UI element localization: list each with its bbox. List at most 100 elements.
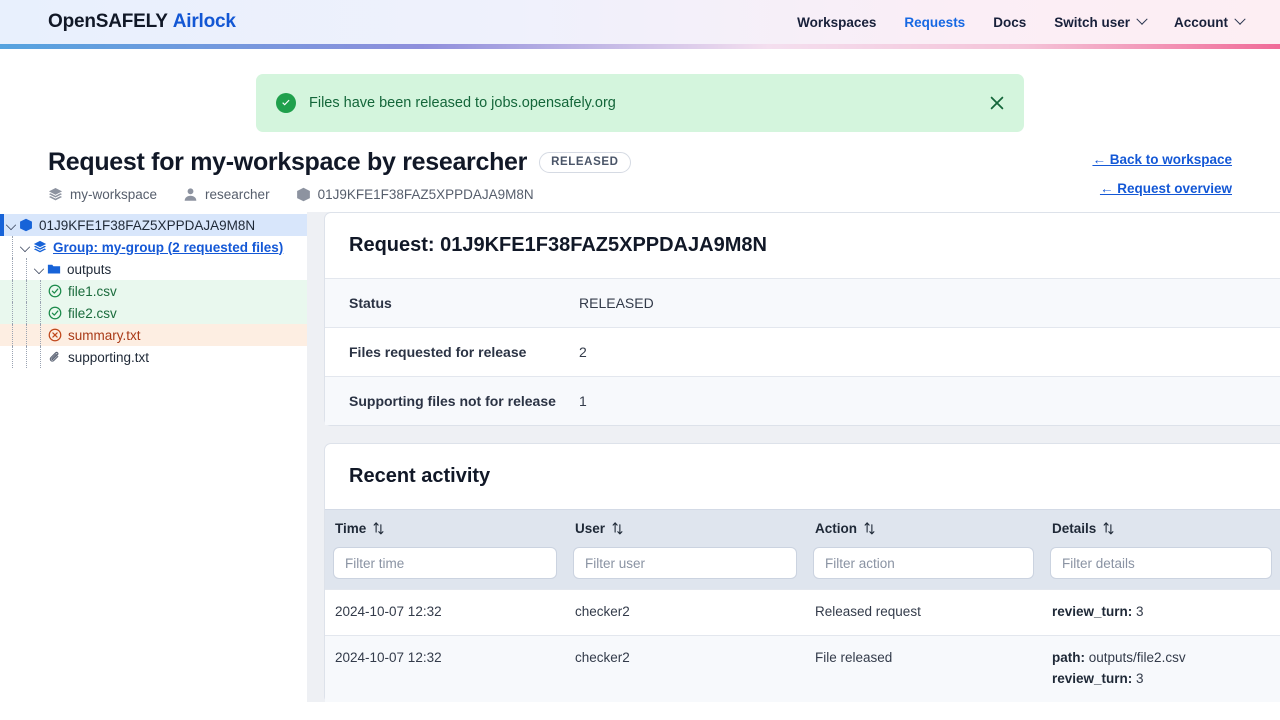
table-row: Status RELEASED [325, 278, 1280, 327]
tree-guide [40, 324, 41, 346]
detail-key: Supporting files not for release [349, 393, 556, 409]
tree-item-file2.csv[interactable]: file2.csv [0, 302, 307, 324]
page-title: Request for my-workspace by researcher [48, 148, 528, 176]
detail-pair-value: 3 [1136, 604, 1144, 619]
tree-item-label: Group: my-group (2 requested files) [53, 239, 284, 255]
chevron-down-icon [1234, 13, 1246, 25]
main-content: Request: 01J9KFE1F38FAZ5XPPDAJA9M8N Stat… [307, 212, 1280, 702]
tree-item-outputs[interactable]: outputs [0, 258, 307, 280]
column-header-label: Time [335, 521, 367, 536]
brand-secondary: Airlock [172, 11, 236, 32]
activity-table-body: 2024-10-07 12:32 checker2 Released request… [325, 589, 1280, 702]
column-header-time[interactable]: Time [325, 510, 565, 547]
x-circle-icon [48, 328, 62, 342]
nav-link-workspaces[interactable]: Workspaces [797, 15, 876, 30]
close-icon[interactable] [988, 94, 1006, 112]
tree-item-summary.txt[interactable]: summary.txt [0, 324, 307, 346]
table-row: 2024-10-07 12:32 checker2 Released request… [325, 589, 1280, 635]
tree-guide [40, 280, 41, 302]
detail-value: 1 [579, 393, 587, 409]
box-icon [296, 187, 310, 202]
tree-guide [40, 302, 41, 324]
back-to-workspace-link[interactable]: ← Back to workspace [1092, 152, 1232, 167]
meta-item-label: 01J9KFE1F38FAZ5XPPDAJA9M8N [317, 187, 534, 202]
detail-pair-value: outputs/file2.csv [1088, 649, 1186, 665]
cell-details: path: outputs/file2.csv review_turn: 3 [1042, 636, 1280, 702]
tree-item-file1.csv[interactable]: file1.csv [0, 280, 307, 302]
tree-guide [26, 258, 27, 280]
tree-guide [12, 302, 13, 324]
detail-pair: review_turn: 3 [1052, 669, 1270, 690]
box-icon [20, 218, 32, 232]
user-icon [184, 188, 197, 201]
alert-region: Files have been released to jobs.opensaf… [0, 49, 1280, 132]
check-circle-icon [48, 306, 62, 320]
nav-link-requests[interactable]: Requests [904, 15, 965, 30]
tree-guide [12, 346, 13, 368]
sort-icon[interactable] [1103, 522, 1114, 535]
tree-item-label: file2.csv [68, 305, 117, 321]
detail-key: Status [349, 295, 392, 311]
activity-card: Recent activity Time User Action Details 20… [324, 443, 1280, 702]
detail-pair: path: outputs/file2.csv [1052, 648, 1270, 669]
chevron-expanded-icon[interactable] [33, 263, 45, 275]
success-alert: Files have been released to jobs.opensaf… [256, 74, 1024, 132]
nav-link-label: Docs [993, 14, 1027, 30]
column-header-user[interactable]: User [565, 510, 805, 547]
table-row: 2024-10-07 12:32 checker2 File released pat… [325, 634, 1280, 702]
chevron-expanded-icon[interactable] [5, 219, 17, 231]
tree-item-label: file1.csv [68, 283, 117, 299]
tree-item-group[interactable]: Group: my-group (2 requested files) [0, 236, 307, 258]
cell-user: checker2 [575, 604, 630, 619]
tree-guide [26, 302, 27, 324]
tree-guide [12, 236, 13, 258]
paperclip-icon [49, 351, 59, 362]
folder-icon [47, 264, 61, 274]
detail-pair-key: path: [1052, 649, 1085, 665]
layers-icon [48, 187, 63, 201]
nav-link-docs[interactable]: Docs [993, 15, 1026, 30]
column-header-action[interactable]: Action [805, 510, 1042, 547]
request-overview-link[interactable]: ← Request overview [1100, 181, 1232, 196]
meta-item-user: researcher [183, 187, 270, 202]
tree-guide [26, 346, 27, 368]
nav-link-account[interactable]: Account [1174, 13, 1246, 30]
chevron-down-icon [1136, 13, 1148, 25]
sort-icon[interactable] [612, 522, 623, 535]
nav-link-label: Workspaces [797, 14, 877, 30]
detail-value: 2 [579, 344, 587, 360]
top-navbar: OpenSAFELY Airlock Workspaces Requests Docs… [0, 0, 1280, 44]
tree-guide [12, 280, 13, 302]
check-circle-icon [48, 284, 62, 298]
table-row: Files requested for release 2 [325, 327, 1280, 376]
nav-link-switch-user[interactable]: Switch user [1054, 13, 1148, 30]
column-header-details[interactable]: Details [1042, 510, 1280, 547]
detail-pair-key: review_turn: [1052, 604, 1133, 619]
activity-card-title: Recent activity [349, 465, 491, 487]
tree-item-label: supporting.txt [68, 349, 150, 365]
body-split: 01J9KFE1F38FAZ5XPPDAJA9M8N Group: my-grou… [0, 212, 1280, 702]
filter-cell [325, 547, 565, 579]
brand-logo[interactable]: OpenSAFELY Airlock [48, 11, 236, 33]
tree-guide [12, 324, 13, 346]
filter-input-details[interactable] [1050, 547, 1272, 579]
filter-input-action[interactable] [813, 547, 1034, 579]
page-header: Request for my-workspace by researcher R… [0, 132, 1280, 202]
activity-table-header: Time User Action Details [325, 509, 1280, 547]
file-tree-sidebar: 01J9KFE1F38FAZ5XPPDAJA9M8N Group: my-grou… [0, 212, 307, 702]
chevron-expanded-icon[interactable] [19, 241, 31, 253]
metadata-row: my-workspace researcher 01J9KFE1F38FAZ5XPP… [48, 187, 1232, 202]
tree-item-supporting.txt[interactable]: supporting.txt [0, 346, 307, 368]
check-circle-icon [276, 93, 296, 113]
filter-input-time[interactable] [333, 547, 557, 579]
nav-link-label: Requests [904, 14, 966, 30]
tree-item-01j9kfe1f38faz5xppdaja9m8n[interactable]: 01J9KFE1F38FAZ5XPPDAJA9M8N [0, 214, 307, 236]
sort-icon[interactable] [373, 522, 384, 535]
detail-pair-value: 3 [1136, 670, 1144, 686]
header-links: ← Back to workspace ← Request overview [1092, 152, 1232, 196]
tree-guide [26, 324, 27, 346]
sort-icon[interactable] [864, 522, 875, 535]
filter-input-user[interactable] [573, 547, 797, 579]
tree-guide [26, 280, 27, 302]
column-header-label: Details [1052, 521, 1097, 536]
